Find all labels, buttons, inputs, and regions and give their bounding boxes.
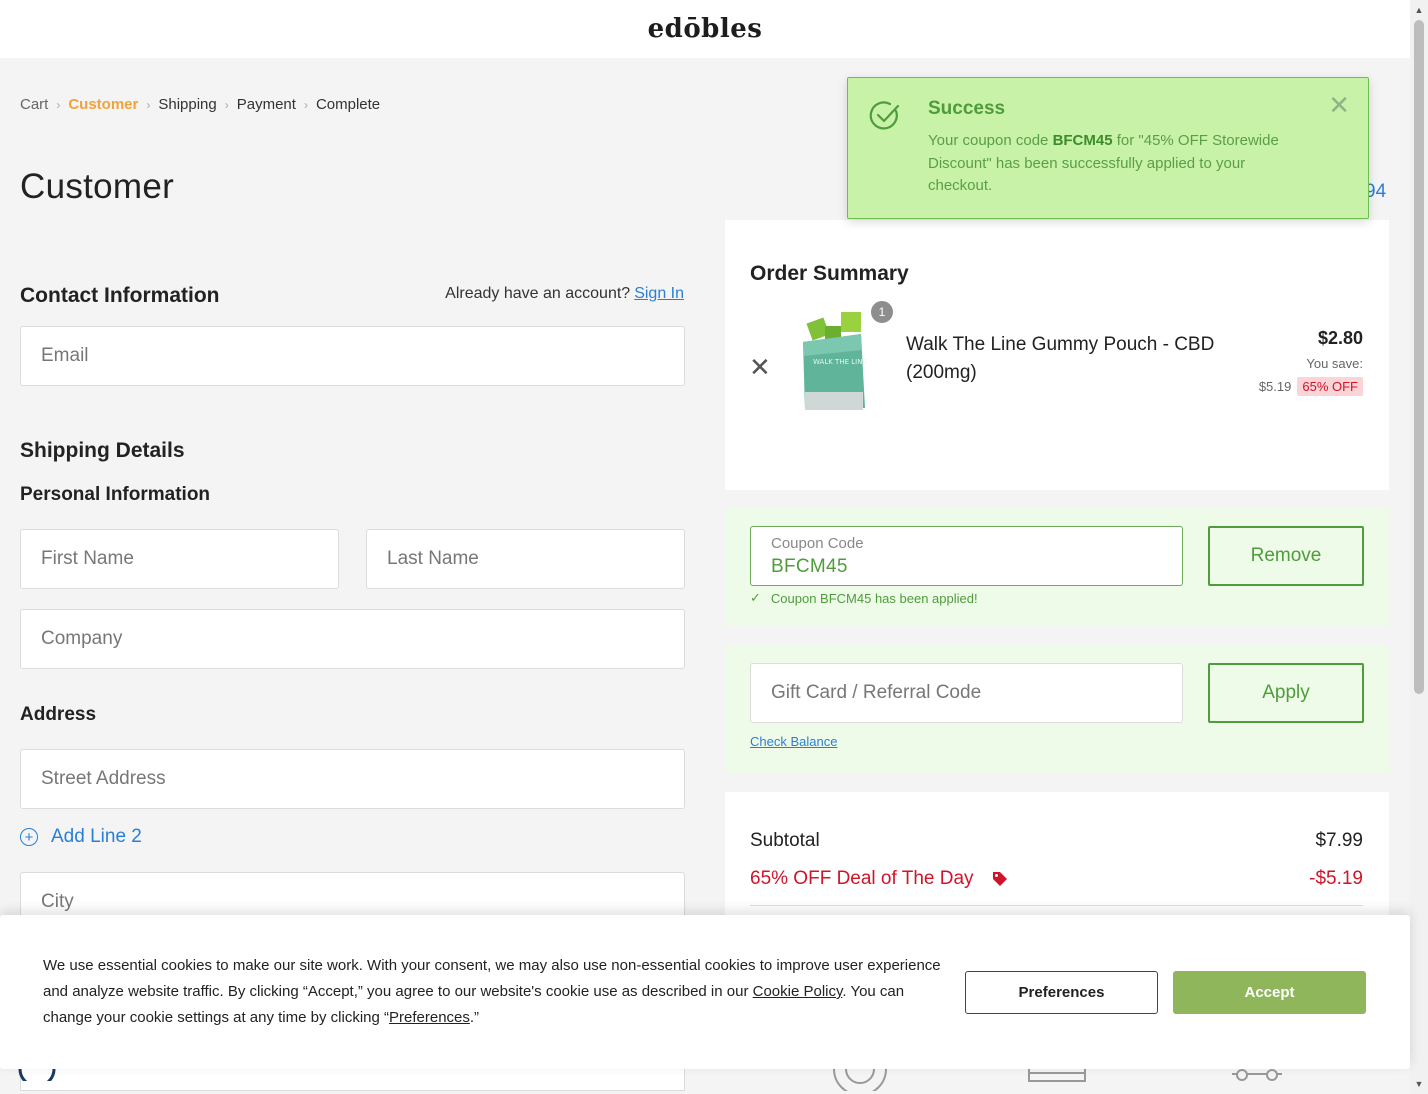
coupon-applied-message: ✓ Coupon BFCM45 has been applied!: [750, 590, 978, 606]
discount-value: -$5.19: [1309, 868, 1363, 889]
check-circle-icon: [869, 101, 900, 130]
contact-heading: Contact Information: [20, 284, 220, 307]
subtotal-row: Subtotal $7.99: [750, 830, 1363, 852]
add-line-2-label: Add Line 2: [51, 826, 142, 847]
truck-icon: [1232, 1069, 1282, 1081]
subtotal-value: $7.99: [1315, 830, 1363, 851]
partially-hidden-field: [20, 1069, 685, 1091]
breadcrumb-complete: Complete: [315, 96, 381, 113]
remove-item-close-icon[interactable]: ✕: [749, 354, 771, 380]
gift-card-placeholder: Gift Card / Referral Code: [771, 682, 982, 703]
package-text: WALK THE LINE: [813, 358, 867, 366]
apply-gift-card-button[interactable]: Apply: [1208, 663, 1364, 723]
cookie-text-part3: .”: [469, 1009, 480, 1026]
cookie-text: We use essential cookies to make our sit…: [43, 953, 948, 1031]
chevron-right-icon: ›: [224, 97, 229, 112]
target-icon: [833, 1069, 887, 1091]
city-placeholder: City: [41, 891, 74, 912]
coupon-code-label: Coupon Code: [771, 535, 864, 552]
order-summary-card: Order Summary ✕ WALK THE LINE 1 Walk The…: [725, 220, 1389, 490]
order-summary-title: Order Summary: [750, 262, 909, 285]
coupon-code-value: BFCM45: [771, 556, 848, 577]
preferences-link[interactable]: Preferences: [389, 1009, 470, 1026]
first-name-field[interactable]: First Name: [20, 529, 339, 589]
close-icon[interactable]: ✕: [1328, 92, 1350, 118]
breadcrumb-customer: Customer: [68, 96, 139, 113]
add-line-2-button[interactable]: + Add Line 2: [20, 826, 142, 848]
last-name-field[interactable]: Last Name: [366, 529, 685, 589]
product-name: Walk The Line Gummy Pouch - CBD (200mg): [906, 334, 1215, 383]
coupon-applied-text: Coupon BFCM45 has been applied!: [770, 590, 978, 606]
company-field[interactable]: Company: [20, 609, 685, 669]
totals-divider: [750, 905, 1363, 906]
product-image: WALK THE LINE: [803, 312, 867, 410]
checkmark-icon: ✓: [750, 590, 761, 605]
cookie-policy-link[interactable]: Cookie Policy: [753, 983, 843, 1000]
success-toast: Success Your coupon code BFCM45 for "45%…: [847, 77, 1369, 219]
account-prompt: Already have an account? Sign In: [445, 285, 684, 303]
first-name-placeholder: First Name: [41, 548, 134, 569]
breadcrumb-cart[interactable]: Cart: [20, 96, 48, 113]
toast-message-prefix: Your coupon code: [928, 132, 1053, 149]
gift-card-field[interactable]: Gift Card / Referral Code: [750, 663, 1183, 723]
saved-amount: $5.19: [1258, 379, 1292, 394]
gift-card-panel: Gift Card / Referral Code Apply Check Ba…: [725, 645, 1389, 773]
product-price: $2.80: [1317, 328, 1363, 348]
quantity-badge: 1: [869, 299, 895, 325]
chevron-right-icon: ›: [146, 97, 151, 112]
site-header: edōbles: [0, 0, 1410, 58]
page-title: Customer: [20, 167, 175, 206]
remove-coupon-button[interactable]: Remove: [1208, 526, 1364, 586]
toast-coupon-code: BFCM45: [1052, 132, 1113, 149]
cookie-banner: We use essential cookies to make our sit…: [0, 915, 1410, 1069]
scroll-down-arrow-icon[interactable]: ▼: [1410, 1076, 1428, 1092]
account-prompt-text: Already have an account?: [445, 285, 631, 302]
scroll-thumb[interactable]: [1414, 20, 1424, 694]
breadcrumb-payment: Payment: [236, 96, 296, 113]
preferences-button[interactable]: Preferences: [965, 971, 1158, 1014]
tag-icon: [992, 871, 1007, 886]
street-address-field[interactable]: Street Address: [20, 749, 685, 809]
shipping-heading: Shipping Details: [20, 439, 185, 462]
email-placeholder: Email: [41, 345, 89, 366]
totals-card: Subtotal $7.99 65% OFF Deal of The Day -…: [725, 792, 1389, 922]
breadcrumb-shipping: Shipping: [158, 96, 217, 113]
company-placeholder: Company: [41, 628, 123, 649]
breadcrumb: Cart › Customer › Shipping › Payment › C…: [20, 96, 380, 113]
toast-message: Your coupon code BFCM45 for "45% OFF Sto…: [928, 130, 1313, 198]
chevron-right-icon: ›: [303, 97, 308, 112]
scroll-up-arrow-icon[interactable]: ▲: [1410, 2, 1428, 18]
coupon-code-field[interactable]: Coupon Code BFCM45: [750, 526, 1183, 586]
personal-info-heading: Personal Information: [20, 484, 211, 505]
discount-label: 65% OFF Deal of The Day: [750, 868, 974, 889]
coupon-panel: Coupon Code BFCM45 Remove ✓ Coupon BFCM4…: [725, 508, 1389, 626]
plus-circle-icon: +: [20, 828, 38, 846]
subtotal-label: Subtotal: [750, 830, 820, 851]
chevron-right-icon: ›: [56, 97, 61, 112]
accept-button[interactable]: Accept: [1173, 971, 1366, 1014]
email-field[interactable]: Email: [20, 326, 685, 386]
you-save-label: You save:: [1306, 356, 1363, 371]
address-heading: Address: [20, 704, 97, 725]
badge-icon: [18, 1069, 56, 1081]
discount-badge: 65% OFF: [1297, 377, 1363, 396]
sign-in-link[interactable]: Sign In: [634, 285, 684, 302]
brand-logo[interactable]: edōbles: [0, 14, 1410, 44]
discount-row: 65% OFF Deal of The Day -$5.19: [750, 868, 1363, 890]
check-balance-link[interactable]: Check Balance: [750, 734, 837, 749]
toast-title: Success: [928, 98, 1006, 119]
last-name-placeholder: Last Name: [387, 548, 479, 569]
card-icon: [1028, 1069, 1086, 1082]
street-address-placeholder: Street Address: [41, 768, 166, 789]
savings-row: $5.19 65% OFF: [1259, 377, 1363, 396]
page-scrollbar[interactable]: ▲ ▼: [1410, 0, 1428, 1094]
